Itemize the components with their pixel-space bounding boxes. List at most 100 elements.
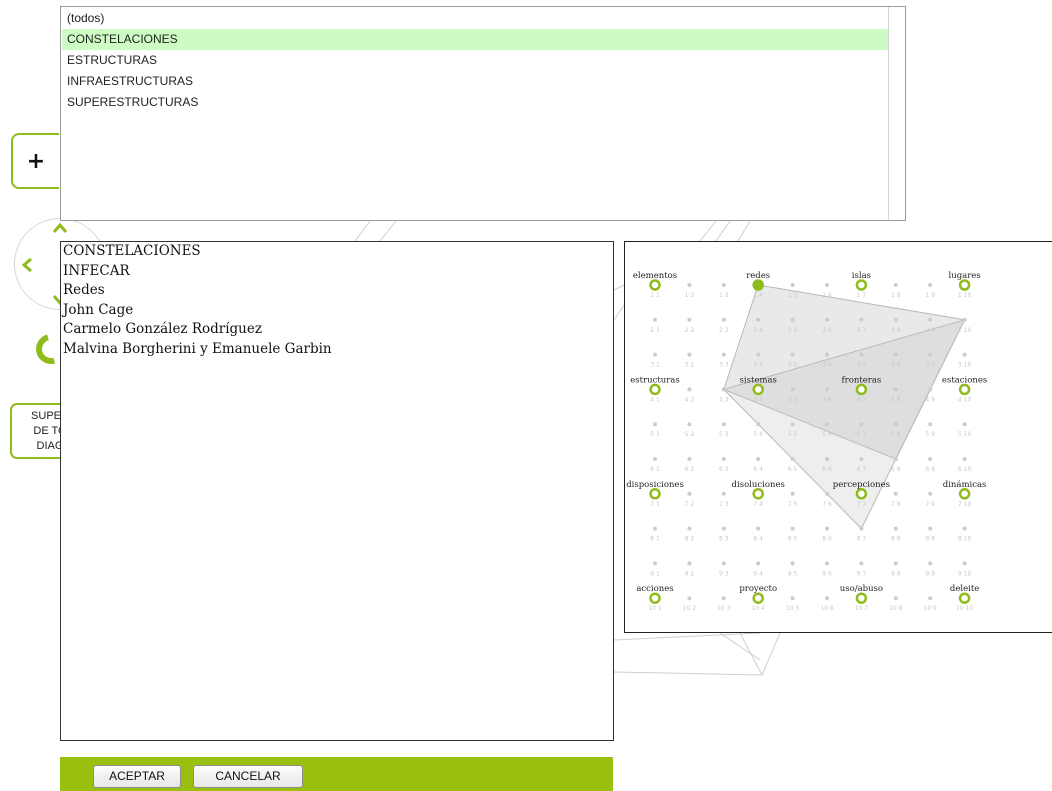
- grid-dot: [790, 387, 795, 392]
- chevron-left-icon[interactable]: [21, 257, 33, 276]
- concept-label: percepciones: [833, 480, 890, 490]
- grid-coordinate: 5 10: [958, 431, 972, 438]
- grid-coordinate: 7 6: [822, 501, 832, 508]
- zoom-in-button[interactable]: +: [11, 133, 59, 189]
- grid-dot: [756, 422, 761, 427]
- grid-dot: [687, 526, 692, 531]
- constellation-diagram[interactable]: 1 1 1 2 1 3 1 4 1 5 1 6 1 7 1 8 1 9 1 10 2 1 2 2 2 3…: [624, 241, 1052, 633]
- grid-coordinate: 8 6: [822, 536, 832, 543]
- concept-label: elementos: [633, 271, 677, 281]
- grid-dot: [825, 317, 829, 322]
- list-item[interactable]: Carmelo González Rodríguez: [61, 320, 613, 340]
- grid-coordinate: 3 1: [650, 362, 660, 369]
- grid-dot: [653, 526, 657, 531]
- grid-dot: [893, 352, 898, 357]
- grid-dot: [721, 387, 726, 392]
- grid-coordinate: 9 6: [822, 570, 832, 577]
- concept-node: [958, 488, 971, 500]
- grid-dot: [790, 352, 795, 357]
- grid-dot: [859, 457, 864, 461]
- grid-dot: [721, 491, 726, 496]
- grid-coordinate: 4 9: [925, 396, 935, 403]
- grid-dot: [893, 491, 898, 496]
- grid-coordinate: 10 1: [648, 605, 662, 612]
- category-item-todos[interactable]: (todos): [62, 8, 888, 29]
- grid-dot: [825, 457, 829, 461]
- grid-coordinate: 1 8: [891, 292, 901, 299]
- grid-coordinate: 2 1: [650, 327, 660, 334]
- grid-coordinate: 4 8: [891, 396, 901, 403]
- grid-coordinate: 6 6: [822, 466, 832, 473]
- grid-dot: [893, 387, 898, 392]
- grid-coordinate: 8 5: [788, 536, 798, 543]
- grid-coordinate: 9 1: [650, 570, 660, 577]
- grid-coordinate: 8 10: [958, 536, 972, 543]
- list-item[interactable]: Malvina Borgherini y Emanuele Garbin: [61, 340, 613, 360]
- grid-dot: [825, 561, 829, 566]
- grid-coordinate: 7 9: [925, 501, 935, 508]
- accept-button[interactable]: ACEPTAR: [93, 765, 181, 788]
- grid-dot: [962, 457, 967, 461]
- constellation-grid: 1 1 1 2 1 3 1 4 1 5 1 6 1 7 1 8 1 9 1 10 2 1 2 2 2 3…: [626, 271, 987, 612]
- list-item[interactable]: INFECAR: [61, 262, 613, 282]
- grid-coordinate: 5 8: [891, 431, 901, 438]
- grid-dot: [756, 526, 761, 531]
- grid-dot: [825, 352, 829, 357]
- grid-coordinate: 8 8: [891, 536, 901, 543]
- grid-coordinate: 3 3: [719, 362, 729, 369]
- grid-dot: [859, 526, 864, 531]
- concept-node: [855, 279, 868, 291]
- grid-dot: [859, 317, 864, 322]
- grid-coordinate: 10 10: [956, 605, 973, 612]
- concept-label: disposiciones: [626, 480, 684, 490]
- grid-coordinate: 7 8: [891, 501, 901, 508]
- grid-dot: [687, 422, 692, 427]
- grid-dot: [790, 561, 795, 566]
- grid-coordinate: 7 2: [685, 501, 695, 508]
- list-item[interactable]: CONSTELACIONES: [61, 242, 613, 262]
- plus-icon: +: [26, 148, 46, 174]
- grid-coordinate: 5 1: [650, 431, 660, 438]
- grid-coordinate: 10 6: [820, 605, 834, 612]
- grid-coordinate: 9 10: [958, 570, 972, 577]
- grid-coordinate: 6 8: [891, 466, 901, 473]
- grid-dot: [790, 526, 795, 531]
- category-item-infraestructuras[interactable]: INFRAESTRUCTURAS: [62, 71, 888, 92]
- chevron-up-icon[interactable]: [52, 221, 68, 237]
- category-list[interactable]: (todos) CONSTELACIONES ESTRUCTURAS INFRA…: [60, 6, 906, 221]
- grid-coordinate: 10 2: [683, 605, 697, 612]
- grid-dot: [893, 526, 898, 531]
- grid-dot: [893, 283, 898, 287]
- grid-dot: [928, 457, 933, 461]
- grid-coordinate: 9 4: [753, 570, 763, 577]
- category-item-estructuras[interactable]: ESTRUCTURAS: [62, 50, 888, 71]
- grid-dot: [790, 422, 795, 427]
- grid-coordinate: 8 9: [925, 536, 935, 543]
- grid-coordinate: 1 1: [650, 292, 660, 299]
- category-item-superestructuras[interactable]: SUPERESTRUCTURAS: [62, 92, 888, 113]
- list-item[interactable]: John Cage: [61, 301, 613, 321]
- grid-coordinate: 4 6: [822, 396, 832, 403]
- grid-dot: [928, 422, 933, 427]
- concept-label: acciones: [636, 584, 673, 594]
- grid-dot: [687, 352, 692, 357]
- cancel-button[interactable]: CANCELAR: [193, 765, 303, 788]
- list-item[interactable]: Redes: [61, 281, 613, 301]
- grid-coordinate: 1 7: [857, 292, 867, 299]
- grid-dot: [893, 457, 898, 461]
- concept-label: proyecto: [739, 584, 777, 594]
- category-item-constelaciones[interactable]: CONSTELACIONES: [62, 29, 888, 50]
- concept-label: disoluciones: [732, 480, 785, 490]
- category-list-scrollbar[interactable]: [888, 7, 905, 220]
- grid-coordinate: 6 5: [788, 466, 798, 473]
- grid-coordinate: 8 3: [719, 536, 729, 543]
- grid-coordinate: 7 7: [857, 501, 867, 508]
- grid-coordinate: 7 10: [958, 501, 972, 508]
- grid-coordinate: 8 1: [650, 536, 660, 543]
- grid-dot: [928, 283, 933, 287]
- grid-dot: [653, 317, 657, 322]
- grid-coordinate: 6 3: [719, 466, 729, 473]
- grid-dot: [721, 457, 726, 461]
- concept-node: [649, 488, 661, 500]
- items-list[interactable]: CONSTELACIONES INFECAR Redes John Cage C…: [60, 241, 614, 741]
